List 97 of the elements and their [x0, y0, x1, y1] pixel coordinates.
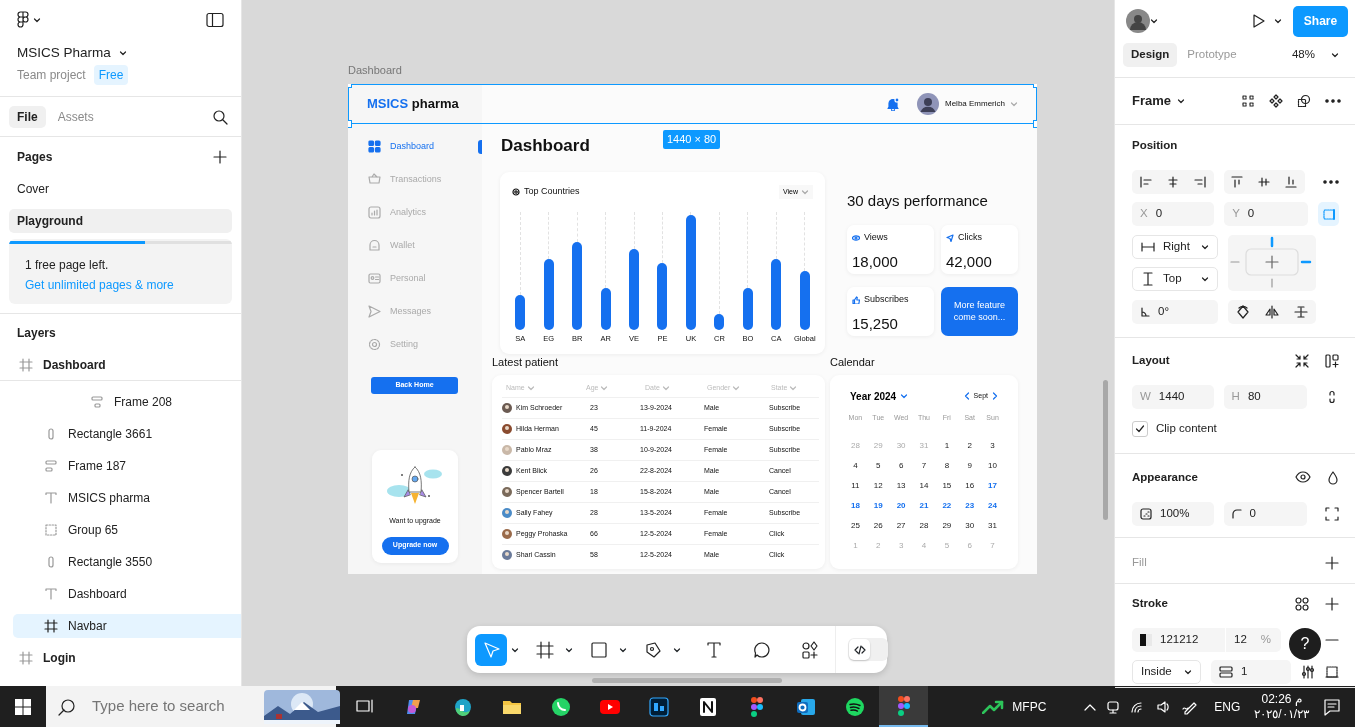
plan-badge: Free — [93, 65, 129, 85]
calendar-day[interactable]: 25 — [844, 516, 867, 536]
brand-logo: MSICS pharma — [348, 84, 482, 124]
project-name[interactable]: MSICS Pharma — [17, 42, 111, 64]
calendar-day[interactable]: 26 — [866, 516, 890, 536]
calendar-day[interactable]: 7 — [912, 456, 936, 476]
layer-item[interactable]: Login — [0, 642, 241, 674]
stroke-weight-field[interactable]: 1 — [1211, 660, 1291, 684]
section-heading: 30 days performance — [847, 191, 989, 211]
stroke-opacity-value[interactable]: 12 — [1234, 631, 1247, 649]
opacity-field[interactable]: 100% — [1132, 502, 1214, 526]
year-dropdown[interactable]: Year 2024 — [850, 388, 909, 404]
layer-item[interactable]: Rectangle 3550 — [0, 546, 241, 578]
layer-type-dropdown[interactable]: Frame — [1132, 91, 1186, 111]
clock-time[interactable]: 02:26 م — [1261, 691, 1302, 707]
stat-label: Views — [852, 231, 929, 245]
section-heading: Latest patient — [492, 355, 560, 370]
size-badge: 1440 × 80 — [663, 130, 721, 149]
percent-unit: % — [1260, 632, 1272, 648]
calendar-day[interactable]: 12 — [866, 476, 890, 496]
stat-label: Subscribes — [852, 293, 929, 307]
layer-item[interactable]: Dashboard — [0, 349, 241, 381]
checkbox-label: Clip content — [1156, 421, 1217, 437]
page-item[interactable]: Playground — [9, 209, 232, 233]
section-title: Stroke — [1132, 596, 1168, 612]
calendar-day[interactable]: 6 — [889, 456, 913, 476]
calendar-day[interactable]: 31 — [981, 516, 1004, 536]
page-item[interactable]: Cover — [0, 173, 241, 205]
calendar-day[interactable]: 11 — [844, 476, 867, 496]
layer-item[interactable]: Frame 208 — [0, 386, 241, 418]
vertical-constraint-dropdown[interactable]: Top — [1132, 267, 1218, 291]
section-title: Appearance — [1132, 470, 1198, 486]
project-type: Team project — [17, 67, 86, 84]
promo-card[interactable]: More feature come soon... — [941, 287, 1018, 336]
section-title: Layers — [17, 325, 56, 342]
sidebar-nav-item[interactable]: Dashboard — [348, 130, 482, 163]
calendar-day[interactable]: 22 — [935, 496, 959, 516]
calendar-day[interactable]: 23 — [958, 496, 982, 516]
layer-item[interactable]: Navbar — [13, 614, 241, 638]
stat-label: Clicks — [946, 231, 1013, 245]
layer-item[interactable]: MSICS pharma — [0, 482, 241, 514]
corner-radius-field[interactable]: 0 — [1223, 502, 1307, 526]
horizontal-constraint-dropdown[interactable]: Right — [1132, 235, 1218, 259]
calendar-day[interactable]: 16 — [958, 476, 982, 496]
calendar-day[interactable]: 29 — [935, 516, 959, 536]
calendar-day[interactable]: 20 — [889, 496, 913, 516]
stroke-color-field[interactable]: 121212 12 % — [1132, 628, 1281, 652]
calendar-day[interactable]: 21 — [912, 496, 936, 516]
height-field[interactable]: H 80 — [1223, 385, 1307, 409]
clock-date[interactable]: ٢٠٢٥/٠١/٢٣ — [1254, 706, 1309, 722]
calendar-day[interactable]: 14 — [912, 476, 936, 496]
calendar-day[interactable]: 3 — [981, 436, 1004, 456]
calendar-day[interactable]: 10 — [981, 456, 1004, 476]
section-title: Position — [1132, 138, 1178, 154]
user-name[interactable]: Melba Emmerich — [945, 98, 1005, 110]
section-title: Pages — [17, 149, 53, 166]
chart-title: Top Countries — [512, 185, 580, 199]
calendar-day[interactable]: 1 — [935, 436, 959, 456]
calendar-day[interactable]: 30 — [958, 516, 982, 536]
calendar-day[interactable]: 4 — [844, 456, 867, 476]
calendar-day[interactable]: 9 — [958, 456, 982, 476]
calendar-day[interactable]: 24 — [981, 496, 1004, 516]
x-field[interactable]: X 0 — [1132, 202, 1215, 226]
calendar-day[interactable]: 2 — [958, 436, 982, 456]
stat-value: 15,250 — [852, 313, 899, 334]
stroke-position-dropdown[interactable]: Inside — [1132, 660, 1202, 684]
width-field[interactable]: W 1440 — [1132, 385, 1214, 409]
section-title: Fill — [1132, 555, 1147, 571]
calendar-day[interactable]: 8 — [935, 456, 959, 476]
calendar-day[interactable]: 15 — [935, 476, 959, 496]
calendar-day[interactable]: 27 — [889, 516, 913, 536]
calendar-day[interactable]: 17 — [981, 476, 1004, 496]
y-field[interactable]: Y 0 — [1224, 202, 1309, 226]
section-title: Layout — [1132, 353, 1170, 369]
page-title: Dashboard — [501, 135, 590, 157]
stat-value: 42,000 — [946, 251, 993, 272]
upsell-text: 1 free page left. — [25, 257, 110, 274]
layer-item[interactable]: Dashboard — [0, 578, 241, 610]
panel-tab[interactable]: Design — [1123, 43, 1178, 67]
calendar-day[interactable]: 19 — [866, 496, 890, 516]
calendar-day[interactable]: 28 — [912, 516, 936, 536]
rotation-field[interactable]: 0° — [1132, 300, 1218, 324]
layer-item[interactable]: Rectangle 3661 — [0, 418, 241, 450]
layer-item[interactable]: Group 65 — [0, 514, 241, 546]
panel-tab[interactable]: Assets — [49, 105, 102, 128]
calendar-day[interactable]: 18 — [844, 496, 867, 516]
language-indicator[interactable]: ENG — [1214, 697, 1241, 716]
help-button[interactable]: ? — [1289, 628, 1321, 660]
calendar-day[interactable]: 5 — [866, 456, 890, 476]
calendar-day[interactable]: 13 — [889, 476, 913, 496]
zoom-level[interactable]: 48% — [1291, 46, 1315, 64]
stocks-widget[interactable]: MFPC — [982, 697, 1047, 716]
layer-item[interactable]: Frame 187 — [0, 450, 241, 482]
search-input[interactable]: Type here to search — [90, 694, 250, 719]
section-heading: Calendar — [830, 355, 876, 370]
stat-value: 18,000 — [852, 251, 899, 272]
panel-tab[interactable]: File — [9, 105, 46, 128]
